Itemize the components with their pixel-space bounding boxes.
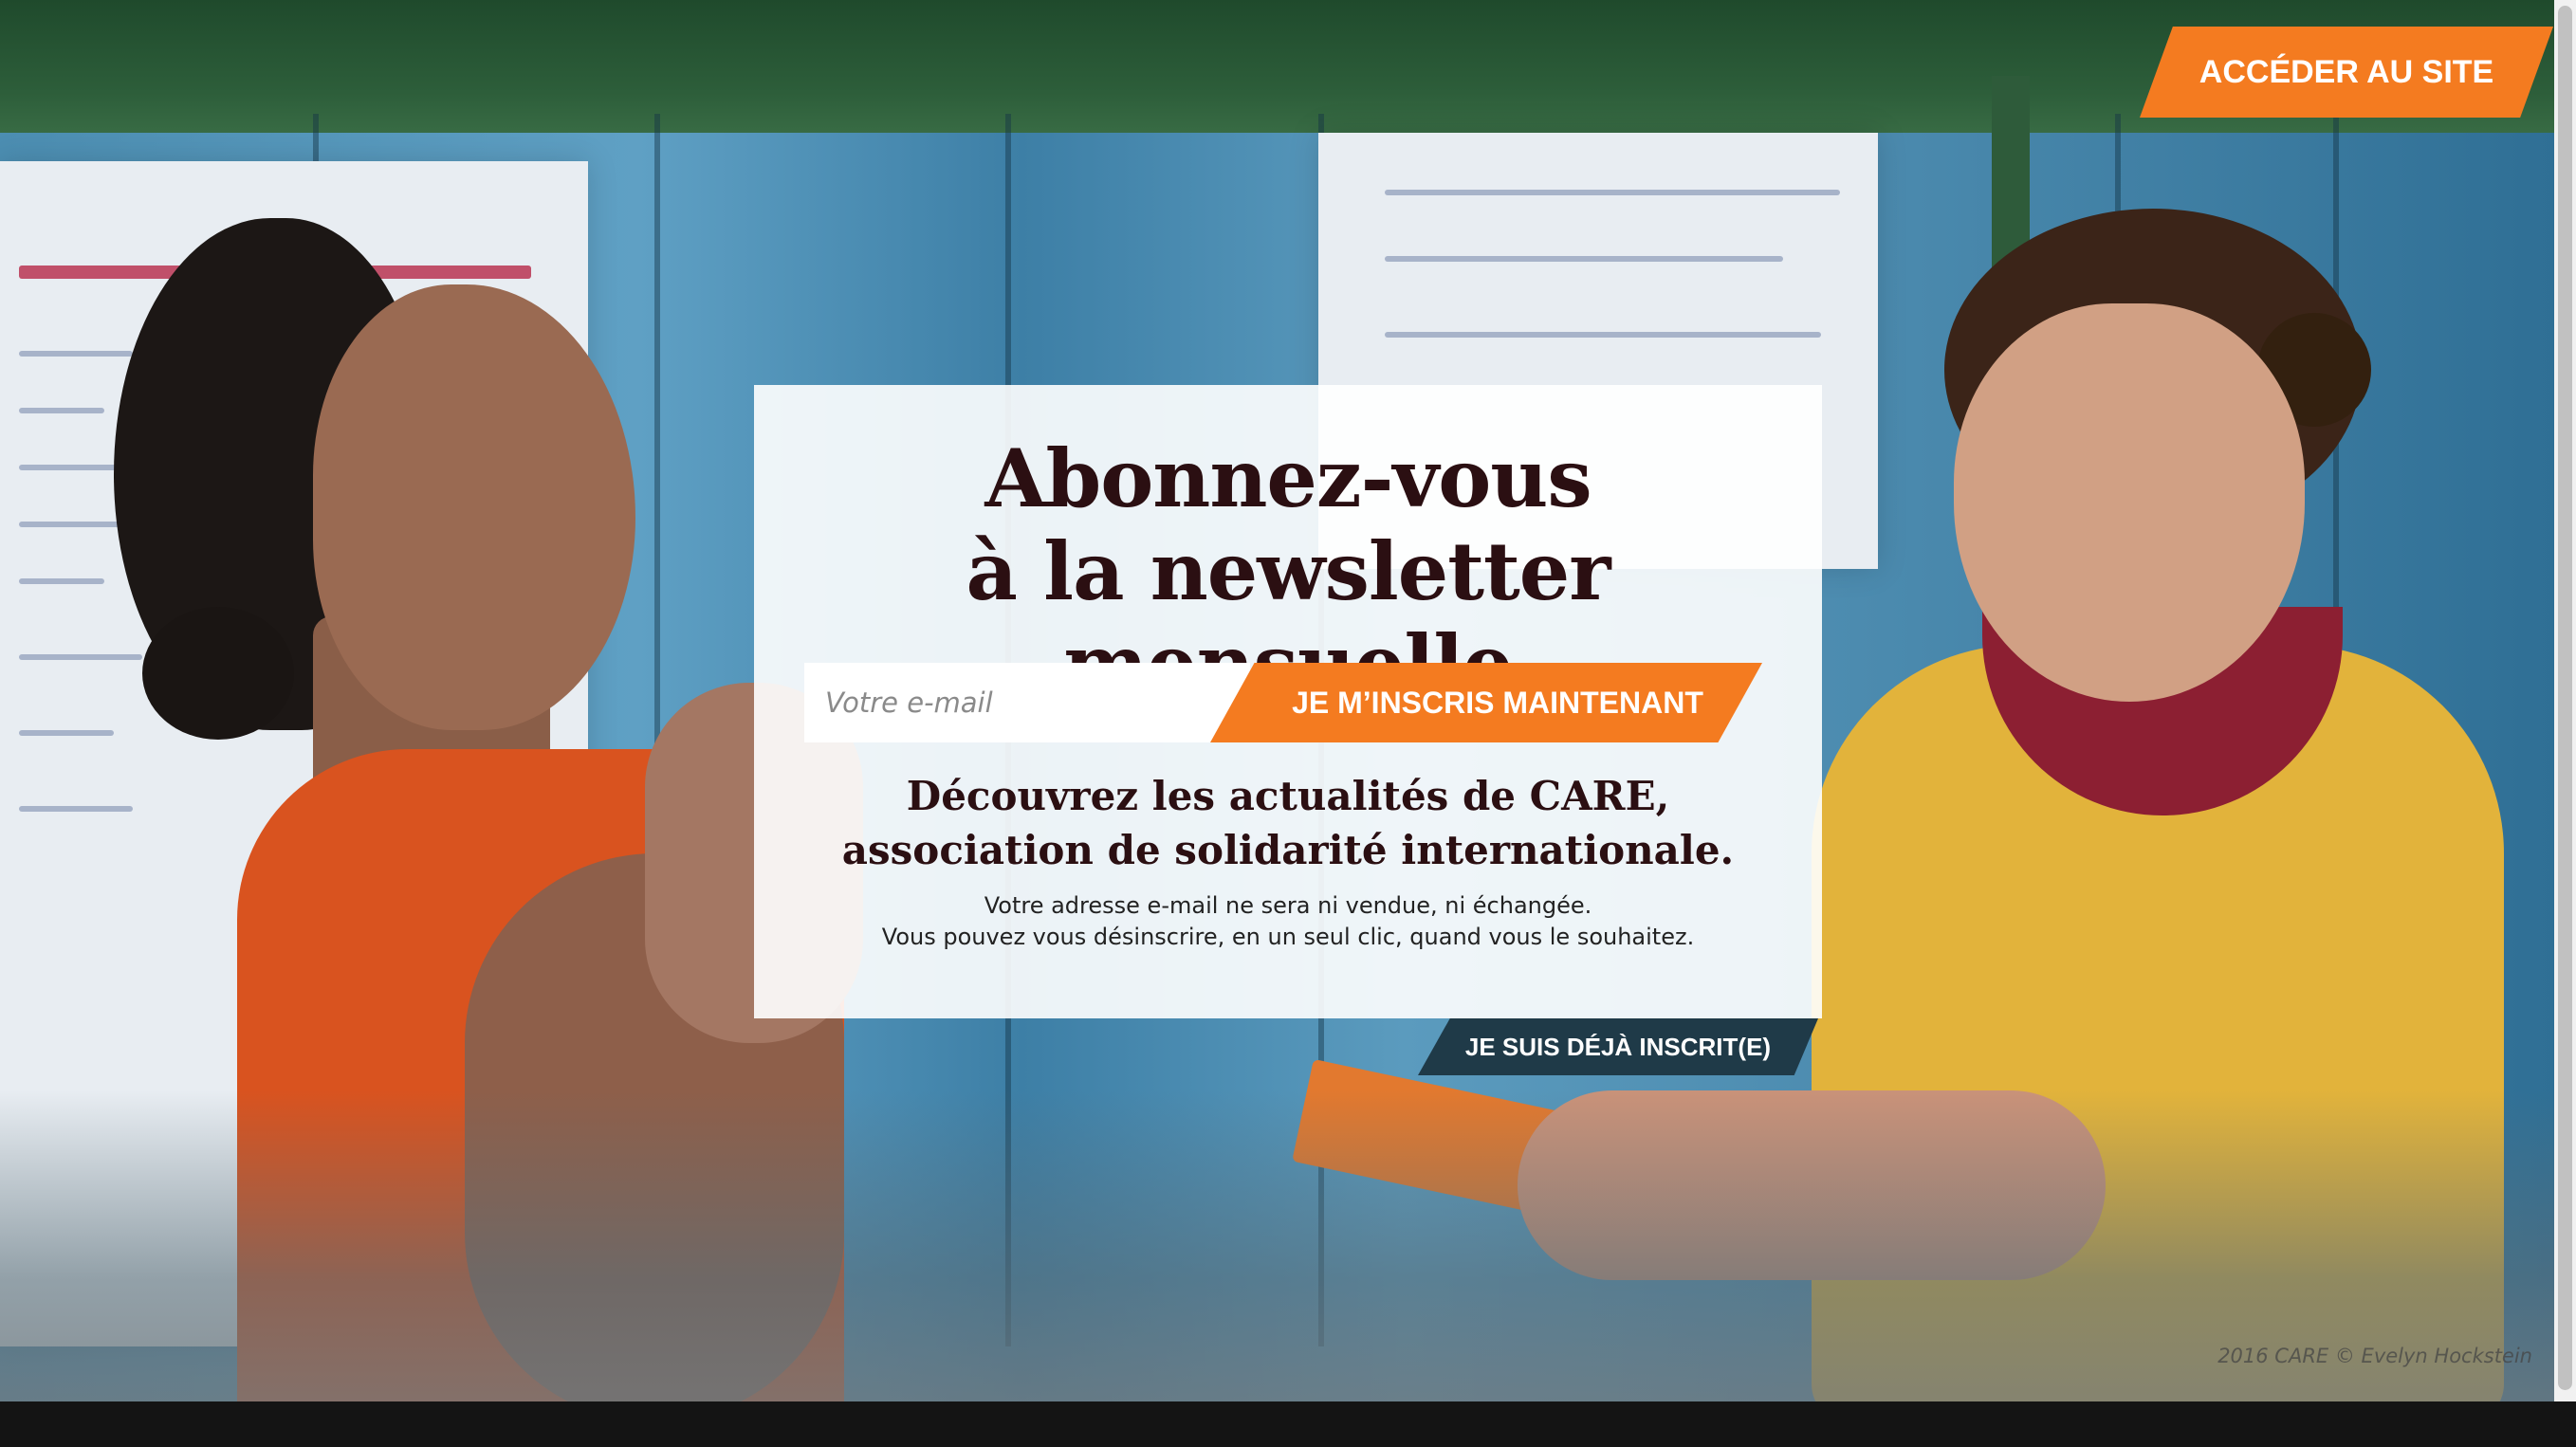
scrollbar-thumb[interactable]	[2558, 6, 2572, 1390]
floor-blur	[0, 1090, 2554, 1401]
title-line-1: Abonnez-vous	[984, 431, 1592, 525]
subscribe-button[interactable]: JE M’INSCRIS MAINTENANT	[1210, 663, 1762, 742]
email-input[interactable]	[804, 663, 1250, 742]
privacy-note-line-2: Vous pouvez vous désinscrire, en un seul…	[881, 924, 1695, 950]
subtitle-line-2: association de solidarité internationale…	[841, 827, 1735, 873]
bottom-bar	[0, 1401, 2576, 1447]
vertical-scrollbar[interactable]	[2554, 0, 2576, 1401]
subscribe-button-label: JE M’INSCRIS MAINTENANT	[1292, 685, 1703, 720]
person-right-face	[1954, 303, 2305, 702]
access-site-label: ACCÉDER AU SITE	[2199, 53, 2494, 90]
subtitle-line-1: Découvrez les actualités de CARE,	[906, 773, 1670, 819]
newsletter-panel: Abonnez-vous à la newsletter mensuelle J…	[754, 385, 1822, 1018]
photo-credit: 2016 CARE © Evelyn Hockstein	[2217, 1345, 2532, 1367]
privacy-note: Votre adresse e-mail ne sera ni vendue, …	[754, 890, 1822, 953]
access-site-button[interactable]: ACCÉDER AU SITE	[2140, 27, 2553, 118]
person-left-bun	[142, 607, 294, 740]
privacy-note-line-1: Votre adresse e-mail ne sera ni vendue, …	[984, 892, 1592, 919]
newsletter-subtitle: Découvrez les actualités de CARE, associ…	[754, 769, 1822, 877]
already-subscribed-label: JE SUIS DÉJÀ INSCRIT(E)	[1464, 1032, 1772, 1061]
subscribe-form: JE M’INSCRIS MAINTENANT	[804, 663, 1762, 742]
already-subscribed-button[interactable]: JE SUIS DÉJÀ INSCRIT(E)	[1418, 1018, 1818, 1075]
